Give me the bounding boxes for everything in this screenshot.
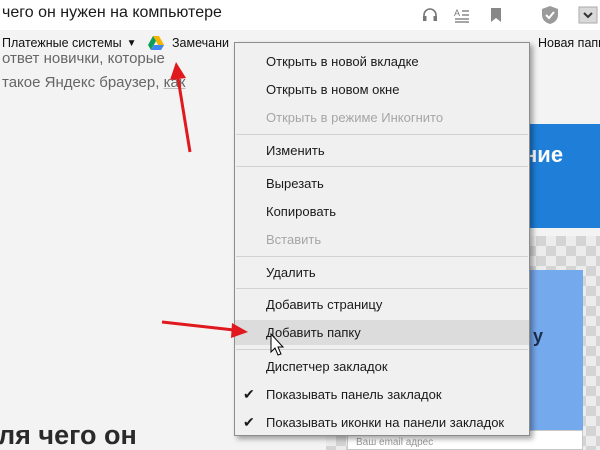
menu-item-copy[interactable]: Копировать [235,199,529,224]
reader-mode-icon[interactable]: A [452,5,472,25]
page-text-line: ответ новички, которые [2,50,165,67]
shield-icon[interactable] [540,5,560,25]
menu-separator [236,256,528,257]
panel-char: у [533,326,544,346]
bookmark-payment-systems[interactable]: Платежные системы ▼ [2,36,137,50]
menu-item-open-incognito[interactable]: Открыть в режиме Инкогнито [235,105,529,130]
menu-item-open-new-tab[interactable]: Открыть в новой вкладке [235,49,529,74]
menu-item-delete[interactable]: Удалить [235,260,529,285]
context-menu: Открыть в новой вкладке Открыть в новом … [234,42,530,436]
menu-separator [236,349,528,350]
address-bar: чего он нужен на компьютере A [0,0,600,30]
menu-separator [236,134,528,135]
download-icon[interactable] [578,5,598,25]
headphones-icon[interactable] [420,5,440,25]
menu-item-open-new-window[interactable]: Открыть в новом окне [235,77,529,102]
chevron-down-icon: ▼ [126,37,137,49]
bookmark-icon[interactable] [486,5,506,25]
menu-item-add-page[interactable]: Добавить страницу [235,292,529,317]
bookmark-label: Замечани [172,36,229,50]
bookmark-notes[interactable]: Замечани [148,36,229,50]
menu-item-show-bookmark-icons[interactable]: ✔ Показывать иконки на панели закладок [235,410,529,435]
email-placeholder: Ваш email адрес [356,437,434,448]
bookmark-label: Новая папк [538,36,600,50]
google-drive-icon [148,36,164,50]
checkmark-icon: ✔ [243,386,255,402]
checkmark-icon: ✔ [243,414,255,430]
menu-item-paste[interactable]: Вставить [235,227,529,252]
menu-item-cut[interactable]: Вырезать [235,171,529,196]
menu-item-show-bookmarks-bar[interactable]: ✔ Показывать панель закладок [235,382,529,407]
page-text-prefix: такое Яндекс браузер, [2,74,160,91]
bookmark-label: Платежные системы [2,36,122,50]
page-heading: ля чего он [0,420,137,450]
page-text-line: такое Яндекс браузер, как [2,74,185,91]
menu-item-bookmark-manager[interactable]: Диспетчер закладок [235,354,529,379]
address-text[interactable]: чего он нужен на компьютере [2,4,222,22]
page-text-link[interactable]: как [164,74,186,91]
menu-item-add-folder[interactable]: Добавить папку [235,320,529,345]
menu-separator [236,166,528,167]
menu-item-edit[interactable]: Изменить [235,138,529,163]
svg-text:A: A [454,8,460,18]
bookmark-new-folder[interactable]: Новая папк [538,36,600,50]
menu-separator [236,288,528,289]
